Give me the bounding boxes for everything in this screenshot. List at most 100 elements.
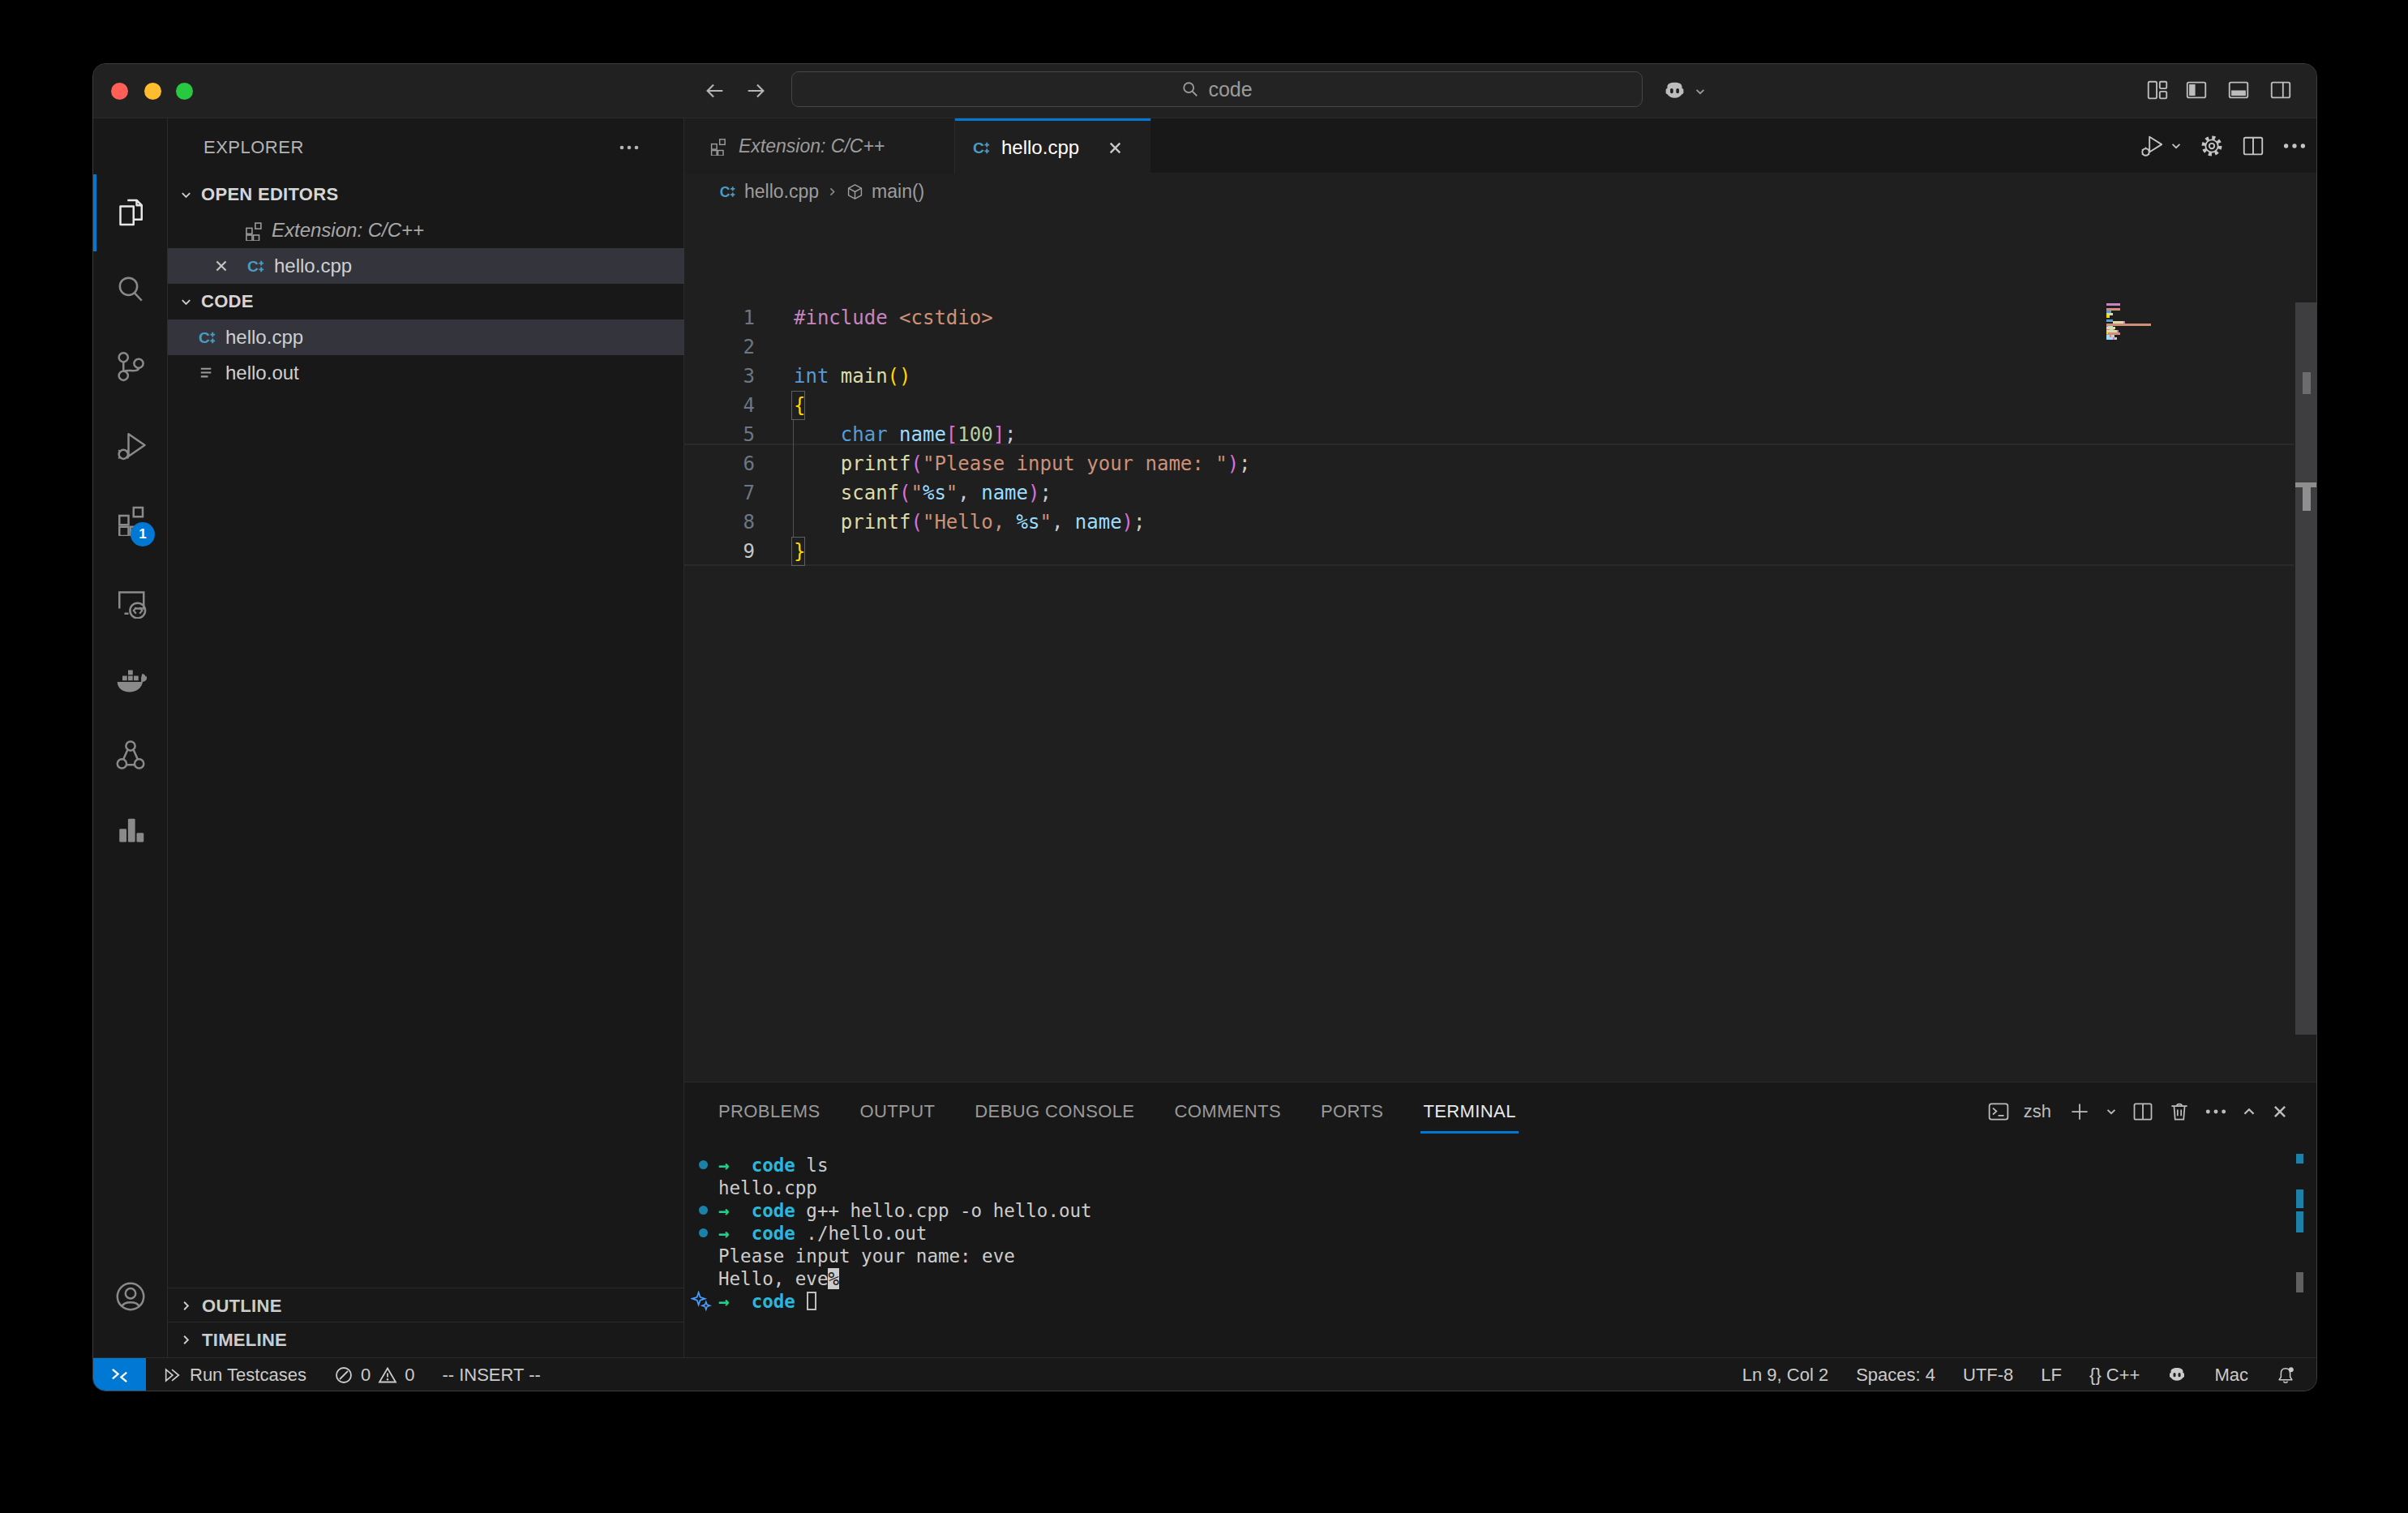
activity-bar-item-accounts[interactable] — [114, 1280, 147, 1313]
code-line-7: scanf("%s", name); — [794, 478, 1052, 508]
run-all-icon — [163, 1365, 182, 1385]
editor-scrollbar[interactable] — [2295, 302, 2316, 1035]
status-item-eol[interactable]: LF — [2041, 1365, 2062, 1386]
status-item-vim-mode[interactable]: -- INSERT -- — [442, 1365, 540, 1386]
status-bar: Run Testcases 00 -- INSERT -- Ln 9, Col 2 S… — [93, 1357, 2317, 1391]
terminal-icon — [1987, 1100, 2010, 1123]
command-decoration-dot[interactable] — [699, 1160, 708, 1169]
activity-bar-item-explorer[interactable] — [114, 196, 147, 229]
navigate-forward-button[interactable] — [744, 79, 769, 103]
status-item-platform[interactable]: Mac — [2214, 1365, 2248, 1386]
terminal-line: Hello, eve% — [718, 1267, 839, 1290]
terminal[interactable]: → code lshello.cpp→ code g++ hello.cpp -… — [684, 1141, 2290, 1358]
code-editor[interactable]: 1#include <cstdio>23int main()4{5 char n… — [684, 210, 2317, 1082]
minimize-window-button[interactable] — [144, 83, 161, 100]
copilot-icon — [2167, 1365, 2187, 1385]
panel-tab-terminal[interactable]: TERMINAL — [1423, 1101, 1515, 1122]
status-item-run-testcases[interactable]: Run Testcases — [163, 1365, 306, 1386]
toggle-sidebar-button[interactable] — [2184, 78, 2209, 102]
status-item-encoding[interactable]: UTF-8 — [1963, 1365, 2013, 1386]
activity-bar-item-leetcode-chart[interactable] — [114, 812, 147, 844]
badge: 1 — [131, 522, 155, 546]
panel-tab-output[interactable]: OUTPUT — [859, 1101, 935, 1122]
terminal-cursor — [807, 1292, 816, 1310]
terminal-dropdown-icon[interactable] — [2105, 1105, 2118, 1118]
tab-extension-cpp[interactable]: Extension: C/C++ — [684, 118, 955, 174]
tab-hello-cpp[interactable]: C hello.cpp — [955, 118, 1150, 174]
terminal-more-actions-button[interactable] — [2204, 1100, 2227, 1123]
debug-run-button[interactable] — [2140, 134, 2164, 158]
status-item-cursor-position[interactable]: Ln 9, Col 2 — [1742, 1365, 1828, 1386]
customize-layout-button[interactable] — [2145, 78, 2170, 102]
activity-bar: 11 — [93, 118, 168, 1357]
section-header-code-folder[interactable]: CODE — [168, 284, 684, 319]
close-panel-button[interactable] — [2271, 1103, 2289, 1121]
panel-tab-debug-console[interactable]: DEBUG CONSOLE — [975, 1101, 1134, 1122]
file-row-hello-out[interactable]: hello.out — [168, 355, 684, 391]
close-editor-icon[interactable] — [213, 258, 229, 274]
breadcrumb-separator-icon — [826, 186, 838, 198]
more-actions-button[interactable] — [2282, 134, 2307, 158]
error-circle-icon — [334, 1365, 353, 1385]
section-header-open-editors[interactable]: OPEN EDITORS — [168, 177, 684, 212]
scrollbar-thumb[interactable] — [2303, 372, 2311, 394]
maximize-panel-button[interactable] — [2241, 1104, 2257, 1120]
overview-cursor-stem — [2303, 487, 2311, 511]
bell-icon — [2276, 1365, 2295, 1385]
remote-indicator[interactable] — [93, 1358, 146, 1391]
activity-bar-item-remote-explorer[interactable] — [114, 586, 147, 619]
panel-tab-problems[interactable]: PROBLEMS — [718, 1101, 820, 1122]
terminal-overview-mark — [2296, 1189, 2303, 1208]
editor-actions — [2140, 118, 2307, 174]
status-item-indentation[interactable]: Spaces: 4 — [1856, 1365, 1935, 1386]
breadcrumbs[interactable]: C hello.cpp main() — [684, 174, 2317, 210]
open-editor-extension-cpp[interactable]: Extension: C/C++ — [168, 212, 684, 248]
activity-bar-item-search[interactable] — [114, 273, 147, 306]
panel-tab-comments[interactable]: COMMENTS — [1174, 1101, 1281, 1122]
copilot-icon[interactable] — [1663, 79, 1686, 103]
breadcrumb-symbol[interactable]: main() — [872, 181, 924, 203]
command-decoration-dot[interactable] — [699, 1206, 708, 1215]
run-options-chevron-icon[interactable] — [2170, 139, 2183, 152]
file-row-hello-cpp[interactable]: Chello.cpp — [168, 319, 684, 355]
split-editor-button[interactable] — [2241, 134, 2265, 158]
warning-tri-icon — [378, 1365, 397, 1385]
status-item-copilot[interactable] — [2167, 1365, 2187, 1385]
open-editor-hello-cpp[interactable]: Chello.cpp — [168, 248, 684, 284]
zoom-window-button[interactable] — [176, 83, 193, 100]
line-number: 6 — [684, 449, 755, 478]
panel-tab-ports[interactable]: PORTS — [1321, 1101, 1383, 1122]
status-item-notifications[interactable] — [2276, 1365, 2295, 1385]
split-terminal-button[interactable] — [2132, 1100, 2154, 1123]
section-header-timeline[interactable]: TIMELINE — [168, 1322, 684, 1357]
command-center-search[interactable]: code — [791, 71, 1643, 107]
status-item-problems[interactable]: 00 — [334, 1365, 415, 1386]
activity-bar-item-run-and-debug[interactable] — [114, 429, 147, 461]
line-number: 5 — [684, 420, 755, 449]
toggle-secondary-sidebar-button[interactable] — [2269, 78, 2293, 102]
code-line-9: } — [794, 537, 805, 566]
toggle-panel-button[interactable] — [2226, 78, 2251, 102]
close-tab-icon[interactable] — [1107, 139, 1124, 156]
editor-settings-icon[interactable] — [2200, 134, 2224, 158]
breadcrumb-file[interactable]: hello.cpp — [744, 181, 819, 203]
close-window-button[interactable] — [111, 83, 128, 100]
copilot-chevron-icon[interactable] — [1694, 85, 1707, 98]
kill-terminal-button[interactable] — [2168, 1100, 2191, 1123]
views-and-more-actions-button[interactable] — [619, 139, 640, 156]
code-line-6: printf("Please input your name: "); — [794, 449, 1251, 478]
activity-bar-item-source-control[interactable] — [114, 350, 147, 383]
terminal-overview-mark — [2296, 1211, 2303, 1232]
status-item-language-mode[interactable]: {} C++ — [2089, 1365, 2140, 1386]
new-terminal-button[interactable] — [2068, 1100, 2091, 1123]
cpp-file-icon: C — [971, 138, 992, 158]
activity-bar-item-docker[interactable] — [114, 662, 147, 694]
line-number: 3 — [684, 362, 755, 391]
line-number: 4 — [684, 391, 755, 420]
activity-bar-item-organization[interactable] — [114, 738, 147, 770]
line-number: 8 — [684, 508, 755, 537]
navigate-back-button[interactable] — [702, 79, 726, 103]
section-header-outline[interactable]: OUTLINE — [168, 1288, 684, 1323]
shell-label[interactable]: zsh — [2024, 1101, 2051, 1122]
command-decoration-dot[interactable] — [699, 1228, 708, 1237]
